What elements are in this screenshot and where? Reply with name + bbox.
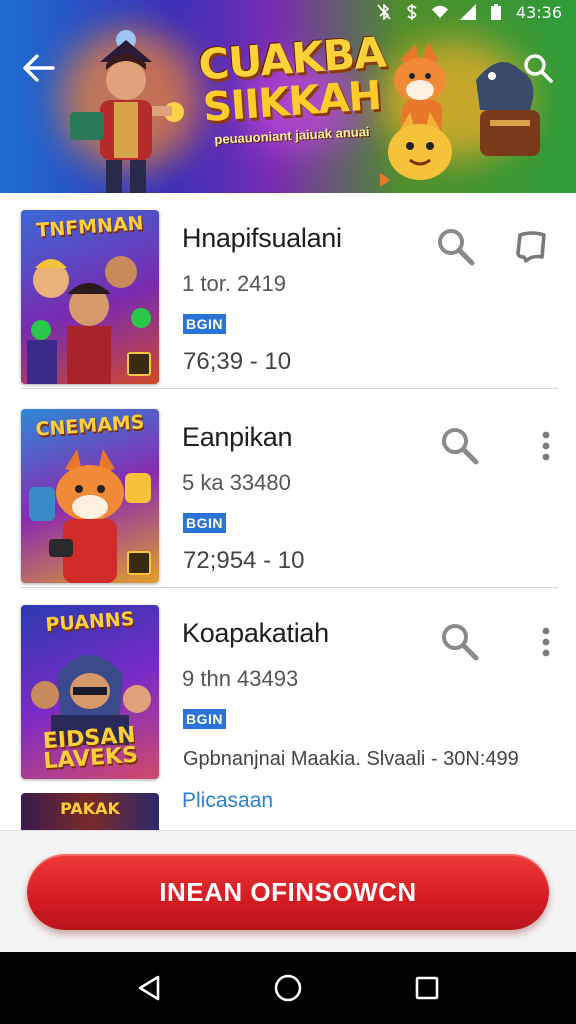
square-recents-icon xyxy=(415,976,438,1000)
thumbnail-title: PAKAK xyxy=(60,799,120,818)
nav-recents-button[interactable] xyxy=(399,960,455,1016)
more-vert-icon xyxy=(542,431,550,461)
thumbnail-corner-badge xyxy=(127,352,151,376)
battery-icon xyxy=(488,4,504,20)
item-subtitle: 5 ka 33480 xyxy=(182,470,291,495)
nav-home-button[interactable] xyxy=(260,960,316,1016)
item-meta: Gpbnanjnai Maakia. Slvaali - 30N:499 xyxy=(183,748,519,770)
partial-item-link[interactable]: Plicasaan xyxy=(182,789,273,813)
more-vert-icon xyxy=(542,627,550,657)
wifi-icon xyxy=(431,4,448,20)
list-item[interactable]: PUANNS EIDSAN LAVEKS Koapakatiah 9 thn 4… xyxy=(0,588,576,784)
search-icon xyxy=(442,624,479,661)
cta-area: INEAN OFINSOWCN xyxy=(0,830,576,952)
nav-back-button[interactable] xyxy=(121,960,177,1016)
search-icon xyxy=(524,54,553,83)
thumbnail-title-bottom: EIDSAN LAVEKS xyxy=(42,722,139,775)
screen: CUAKBA SIIKKAH peuauoniant jaiuak anuai … xyxy=(0,0,576,1024)
item-badge: BGIN xyxy=(183,314,226,334)
list-divider xyxy=(20,388,558,389)
header-banner: CUAKBA SIIKKAH peuauoniant jaiuak anuai … xyxy=(0,0,576,193)
item-subtitle: 1 tor. 2419 xyxy=(182,271,286,296)
list-item[interactable]: TNFMNAN Hnapifsualani 1 tor. 2419 BGIN 7… xyxy=(0,193,576,389)
bookmark-icon xyxy=(516,231,546,263)
game-thumbnail: CNEMAMS xyxy=(21,409,159,583)
status-bar: 43:36 xyxy=(0,0,576,24)
game-thumbnail: TNFMNAN xyxy=(21,210,159,384)
item-badge: BGIN xyxy=(183,709,226,729)
item-subtitle: 9 thn 43493 xyxy=(182,666,299,691)
thumbnail-corner-badge xyxy=(127,551,151,575)
header-search-button[interactable] xyxy=(518,48,558,88)
game-thumbnail: PUANNS EIDSAN LAVEKS xyxy=(21,605,159,779)
banner-title: CUAKBA SIIKKAH peuauoniant jaiuak anuai xyxy=(192,28,392,148)
arrow-left-icon xyxy=(23,54,55,82)
partial-item-thumbnail[interactable]: PAKAK xyxy=(21,793,159,830)
status-time: 43:36 xyxy=(515,2,562,22)
item-title[interactable]: Koapakatiah xyxy=(182,618,329,649)
search-icon xyxy=(442,428,479,465)
item-more-button[interactable] xyxy=(530,622,562,662)
triangle-back-icon xyxy=(139,975,160,1001)
item-search-button[interactable] xyxy=(432,223,480,271)
currency-icon xyxy=(404,4,420,20)
bluetooth-off-icon xyxy=(376,4,392,20)
circle-home-icon xyxy=(274,974,302,1002)
hero-character-illustration xyxy=(70,30,184,193)
primary-cta-button[interactable]: INEAN OFINSOWCN xyxy=(27,854,549,930)
game-list: TNFMNAN Hnapifsualani 1 tor. 2419 BGIN 7… xyxy=(0,193,576,830)
item-meta: 72;954 - 10 xyxy=(183,547,305,574)
list-item[interactable]: CNEMAMS Eanpikan 5 ka 33480 BGIN 72;954 … xyxy=(0,392,576,588)
search-icon xyxy=(438,229,475,266)
item-title[interactable]: Hnapifsualani xyxy=(182,223,342,254)
item-meta: 76;39 - 10 xyxy=(183,348,292,375)
back-button[interactable] xyxy=(18,48,58,88)
item-badge: BGIN xyxy=(183,513,226,533)
item-bookmark-button[interactable] xyxy=(508,223,556,271)
system-nav-bar xyxy=(0,952,576,1024)
item-search-button[interactable] xyxy=(436,422,484,470)
item-more-button[interactable] xyxy=(530,426,562,466)
item-title[interactable]: Eanpikan xyxy=(182,422,293,453)
signal-icon xyxy=(459,4,476,20)
item-search-button[interactable] xyxy=(436,618,484,666)
